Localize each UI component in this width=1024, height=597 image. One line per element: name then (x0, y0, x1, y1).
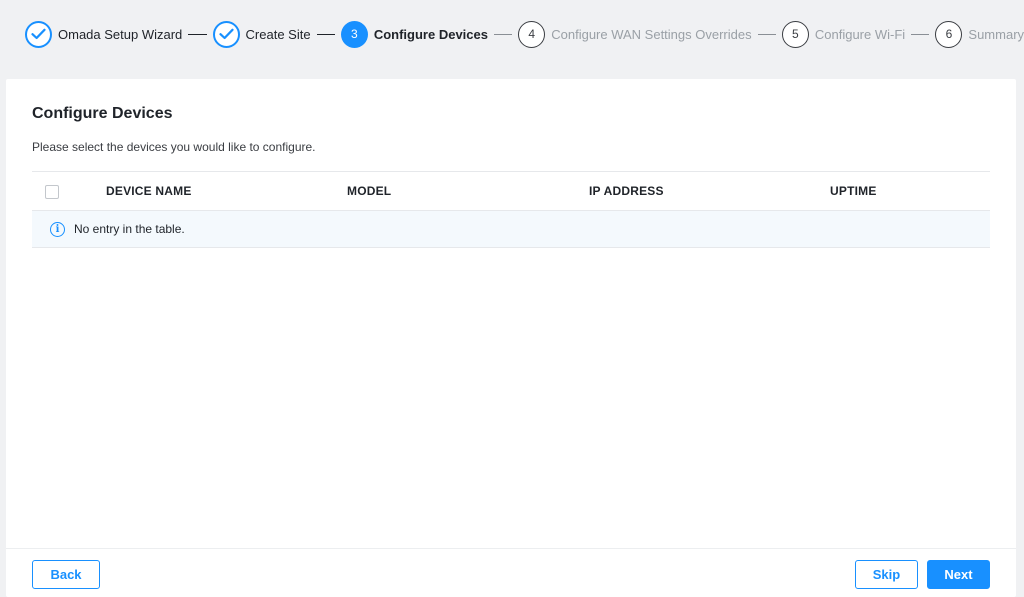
step-create-site[interactable]: Create Site (212, 20, 311, 48)
step-connector (493, 33, 513, 35)
step-number: 3 (340, 20, 368, 48)
column-uptime[interactable]: UPTIME (830, 184, 877, 198)
step-label: Configure Wi-Fi (814, 26, 906, 42)
step-connector (911, 33, 930, 35)
check-icon (25, 20, 52, 48)
back-button[interactable]: Back (32, 560, 100, 589)
column-model[interactable]: MODEL (347, 184, 391, 198)
step-configure-wan-settings-overrides[interactable]: 4 Configure WAN Settings Overrides (518, 20, 752, 48)
step-number: 4 (518, 20, 546, 48)
skip-button[interactable]: Skip (855, 560, 918, 589)
step-label: Configure Devices (373, 26, 488, 42)
step-connector (757, 33, 776, 35)
step-omada-setup-wizard[interactable]: Omada Setup Wizard (25, 20, 182, 48)
step-configure-devices[interactable]: 3 Configure Devices (340, 20, 488, 48)
devices-table: DEVICE NAME MODEL IP ADDRESS UPTIME i No… (32, 171, 990, 248)
step-label: Configure WAN Settings Overrides (551, 26, 752, 42)
step-label: Create Site (245, 26, 311, 42)
step-connector (188, 33, 207, 35)
info-icon: i (50, 221, 65, 237)
step-summary[interactable]: 6 Summary (935, 20, 1024, 48)
step-number: 6 (935, 20, 963, 48)
step-configure-wifi[interactable]: 5 Configure Wi-Fi (781, 20, 906, 48)
page-title: Configure Devices (32, 105, 173, 122)
step-label: Summary (968, 26, 1024, 42)
check-icon (212, 20, 240, 48)
empty-table-row: i No entry in the table. (32, 211, 990, 248)
table-header: DEVICE NAME MODEL IP ADDRESS UPTIME (32, 171, 990, 211)
empty-message: No entry in the table. (74, 222, 185, 236)
configure-devices-card: Configure Devices Please select the devi… (6, 79, 1016, 597)
column-ip-address[interactable]: IP ADDRESS (589, 184, 664, 198)
step-connector (316, 33, 335, 35)
wizard-stepper: Omada Setup Wizard Create Site 3 Configu… (0, 0, 1024, 68)
page-description: Please select the devices you would like… (32, 140, 316, 154)
column-device-name[interactable]: DEVICE NAME (106, 184, 192, 198)
next-button[interactable]: Next (927, 560, 990, 589)
step-label: Omada Setup Wizard (58, 26, 183, 42)
step-number: 5 (781, 20, 809, 48)
footer-divider (6, 548, 1016, 549)
select-all-checkbox[interactable] (45, 185, 59, 199)
